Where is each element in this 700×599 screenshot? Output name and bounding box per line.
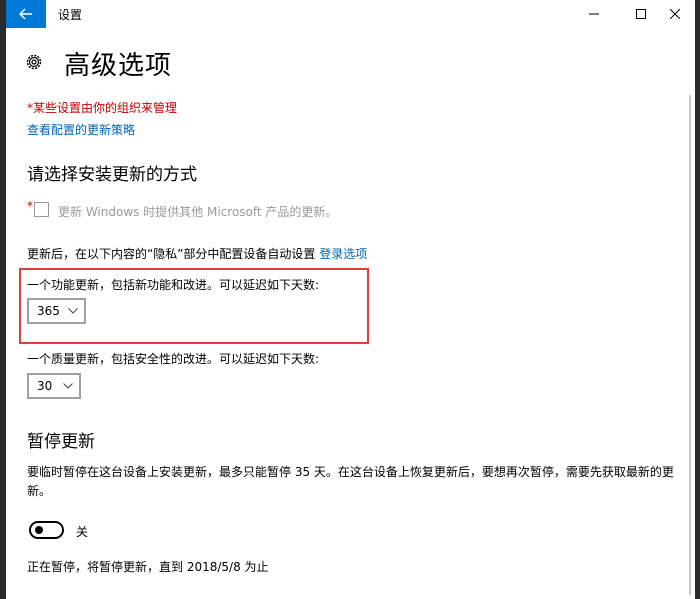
minimize-button[interactable]: [571, 0, 617, 28]
maximize-icon: [636, 9, 646, 19]
sign-in-text: 更新后，在以下内容的“隐私”部分中配置设备自动设置: [27, 247, 316, 261]
gear-icon: [26, 54, 42, 70]
chevron-down-icon: [68, 308, 78, 314]
pause-toggle[interactable]: [29, 521, 64, 539]
pause-toggle-label: 关: [76, 525, 89, 539]
back-button[interactable]: [6, 0, 46, 28]
pause-section-title: 暂停更新: [27, 432, 95, 452]
arrow-left-icon: [19, 8, 32, 20]
quality-update-label: 一个质量更新，包括安全性的改进。可以延迟如下天数:: [27, 352, 320, 366]
close-button[interactable]: [652, 0, 695, 28]
feature-update-label: 一个功能更新，包括新功能和改进。可以延迟如下天数:: [27, 278, 320, 292]
pause-status: 正在暂停，将暂停更新，直到 2018/5/8 为止: [27, 560, 269, 574]
title-bar: 设置: [6, 0, 695, 28]
toggle-knob: [35, 526, 43, 534]
minimize-icon: [589, 13, 599, 15]
settings-window: 设置 高级选项 *某些设置由你的组织来管理 查看配置的更新策略 请选择安装更新的…: [6, 0, 695, 599]
close-icon: [670, 9, 680, 19]
chevron-down-icon: [63, 383, 73, 389]
quality-deferral-dropdown[interactable]: 30: [27, 373, 81, 399]
managed-notice: *某些设置由你的组织来管理: [27, 101, 178, 115]
quality-deferral-value: 30: [37, 379, 53, 393]
feature-deferral-value: 365: [37, 304, 60, 318]
page-title: 高级选项: [64, 51, 173, 81]
install-section-title: 请选择安装更新的方式: [27, 165, 197, 185]
window-title: 设置: [58, 8, 83, 22]
sign-in-row: 更新后，在以下内容的“隐私”部分中配置设备自动设置 登录选项: [27, 245, 367, 262]
required-star: *: [27, 199, 33, 213]
sign-in-options-link[interactable]: 登录选项: [319, 247, 367, 261]
pause-description: 要临时暂停在这台设备上安装更新，最多只能暂停 35 天。在这台设备上恢复更新后，…: [27, 465, 674, 498]
scrollbar[interactable]: [689, 95, 691, 595]
view-policy-link[interactable]: 查看配置的更新策略: [27, 121, 135, 138]
other-products-checkbox[interactable]: [34, 202, 49, 217]
other-products-label: 更新 Windows 时提供其他 Microsoft 产品的更新。: [58, 205, 338, 219]
feature-deferral-dropdown[interactable]: 365: [27, 298, 86, 324]
